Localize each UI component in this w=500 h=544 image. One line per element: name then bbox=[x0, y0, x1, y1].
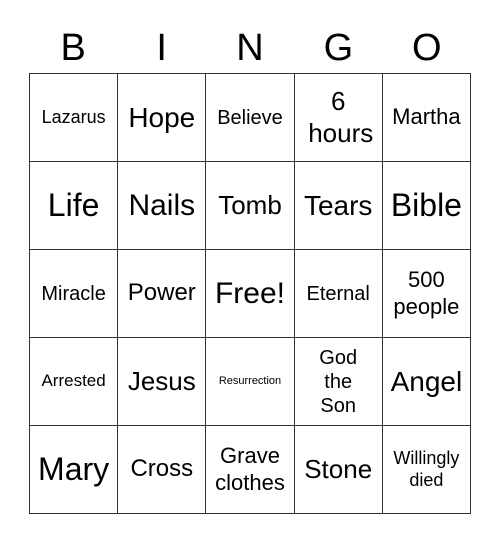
bingo-cell-text: Grave clothes bbox=[215, 443, 285, 495]
bingo-cell-text: Power bbox=[127, 279, 196, 307]
bingo-cell-text: Nails bbox=[128, 188, 196, 222]
bingo-cell[interactable]: Hope bbox=[118, 74, 207, 162]
bingo-cell-text: Tears bbox=[303, 189, 373, 221]
bingo-cell[interactable]: Nails bbox=[118, 162, 207, 250]
bingo-cell-text: Mary bbox=[38, 451, 110, 488]
bingo-cell-text: Cross bbox=[130, 455, 194, 483]
bingo-cell-text: Resurrection bbox=[218, 374, 282, 387]
bingo-cell-text: 500 people bbox=[393, 267, 460, 319]
header-letter-n: N bbox=[236, 27, 264, 69]
bingo-cell-text: Stone bbox=[304, 453, 373, 484]
bingo-cell-text: Believe bbox=[217, 106, 283, 129]
bingo-cell-text: 6 hours bbox=[308, 86, 374, 148]
bingo-cell[interactable]: Willingly died bbox=[382, 426, 471, 514]
bingo-cell-text: Lazarus bbox=[41, 106, 106, 127]
header-letter-g: G bbox=[323, 27, 354, 69]
bingo-header: B I N G O bbox=[29, 24, 471, 72]
bingo-cell[interactable]: Stone bbox=[294, 426, 383, 514]
bingo-grid: Lazarus Hope Believe 6 hours Martha Life Nails… bbox=[29, 73, 471, 514]
bingo-cell[interactable]: Tomb bbox=[206, 162, 295, 250]
bingo-cell-text: Willingly died bbox=[393, 447, 460, 490]
header-letter-b: B bbox=[60, 27, 86, 69]
bingo-cell-text: Eternal bbox=[306, 282, 370, 305]
bingo-cell[interactable]: Free! bbox=[206, 250, 295, 338]
bingo-cell[interactable]: Power bbox=[118, 250, 207, 338]
bingo-cell-text: Jesus bbox=[127, 365, 196, 396]
bingo-cell-text: Arrested bbox=[41, 371, 106, 391]
bingo-cell-text: Bible bbox=[390, 187, 462, 224]
bingo-cell[interactable]: Grave clothes bbox=[206, 426, 295, 514]
bingo-cell-text: Hope bbox=[128, 101, 196, 133]
bingo-cell[interactable]: Life bbox=[30, 162, 119, 250]
bingo-cell[interactable]: 6 hours bbox=[294, 74, 383, 162]
bingo-cell-text: Martha bbox=[392, 104, 461, 130]
bingo-cell[interactable]: Cross bbox=[118, 426, 207, 514]
bingo-cell-text: Angel bbox=[390, 365, 463, 397]
bingo-cell[interactable]: Mary bbox=[30, 426, 119, 514]
bingo-cell-text: Miracle bbox=[41, 282, 106, 305]
bingo-cell-text: God the Son bbox=[319, 346, 358, 417]
bingo-cell-text: Life bbox=[47, 187, 100, 224]
bingo-cell[interactable]: God the Son bbox=[294, 338, 383, 426]
bingo-cell-text: Tomb bbox=[218, 189, 282, 220]
bingo-cell[interactable]: Arrested bbox=[30, 338, 119, 426]
bingo-cell-text: Free! bbox=[214, 276, 285, 310]
bingo-cell[interactable]: Jesus bbox=[118, 338, 207, 426]
bingo-cell[interactable]: Eternal bbox=[294, 250, 383, 338]
bingo-cell[interactable]: Believe bbox=[206, 74, 295, 162]
bingo-cell[interactable]: Miracle bbox=[30, 250, 119, 338]
bingo-cell[interactable]: 500 people bbox=[382, 250, 471, 338]
bingo-cell[interactable]: Resurrection bbox=[206, 338, 295, 426]
bingo-cell[interactable]: Lazarus bbox=[30, 74, 119, 162]
bingo-cell[interactable]: Tears bbox=[294, 162, 383, 250]
bingo-cell[interactable]: Martha bbox=[382, 74, 471, 162]
bingo-cell[interactable]: Angel bbox=[382, 338, 471, 426]
bingo-cell[interactable]: Bible bbox=[382, 162, 471, 250]
header-letter-o: O bbox=[412, 27, 442, 69]
header-letter-i: I bbox=[156, 27, 167, 69]
